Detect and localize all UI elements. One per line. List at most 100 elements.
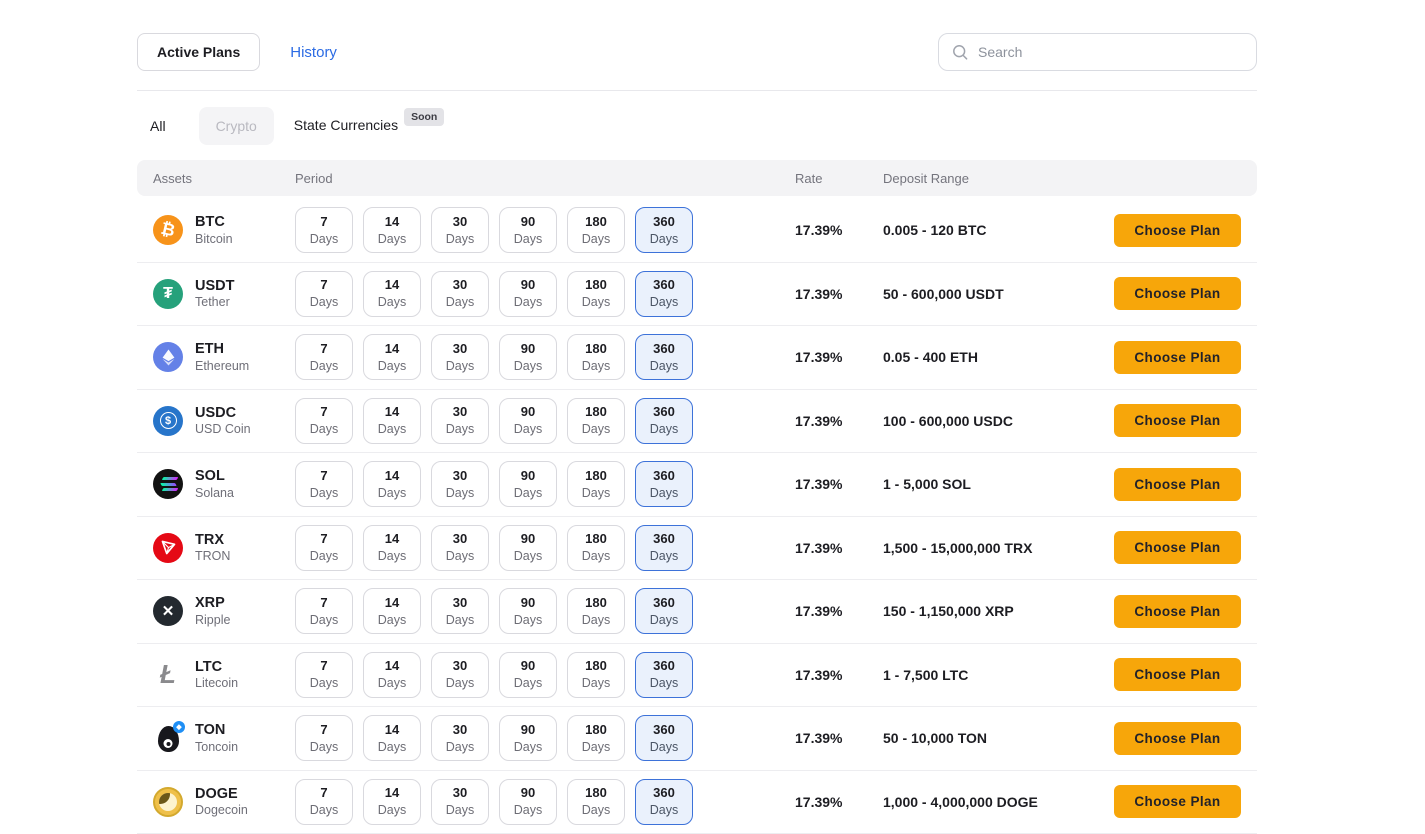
period-button-30-days[interactable]: 30Days <box>431 525 489 571</box>
period-button-180-days[interactable]: 180Days <box>567 525 625 571</box>
ltc-icon: Ł <box>153 660 183 690</box>
period-button-7-days[interactable]: 7Days <box>295 271 353 317</box>
table-row: ✕ XRP Ripple 7Days14Days30Days90Days180D… <box>137 580 1257 644</box>
period-button-360-days[interactable]: 360Days <box>635 271 693 317</box>
period-button-360-days[interactable]: 360Days <box>635 588 693 634</box>
period-button-360-days[interactable]: 360Days <box>635 334 693 380</box>
period-button-30-days[interactable]: 30Days <box>431 715 489 761</box>
period-button-90-days[interactable]: 90Days <box>499 652 557 698</box>
period-button-360-days[interactable]: 360Days <box>635 715 693 761</box>
search-input[interactable] <box>978 44 1243 60</box>
coin-symbol: DOGE <box>195 785 248 803</box>
period-button-180-days[interactable]: 180Days <box>567 779 625 825</box>
period-button-7-days[interactable]: 7Days <box>295 207 353 253</box>
sol-icon <box>153 469 183 499</box>
choose-plan-button[interactable]: Choose Plan <box>1114 468 1241 501</box>
tab-active-plans[interactable]: Active Plans <box>137 33 260 71</box>
period-button-90-days[interactable]: 90Days <box>499 461 557 507</box>
choose-plan-button[interactable]: Choose Plan <box>1114 277 1241 310</box>
period-button-14-days[interactable]: 14Days <box>363 779 421 825</box>
deposit-range-value: 150 - 1,150,000 XRP <box>883 603 1114 619</box>
period-button-180-days[interactable]: 180Days <box>567 334 625 380</box>
period-button-14-days[interactable]: 14Days <box>363 525 421 571</box>
period-options: 7Days14Days30Days90Days180Days360Days <box>295 271 795 317</box>
table-row: SOL Solana 7Days14Days30Days90Days180Day… <box>137 453 1257 517</box>
asset-cell: ₮ USDT Tether <box>153 277 295 311</box>
period-button-30-days[interactable]: 30Days <box>431 652 489 698</box>
filter-state-currencies-label: State Currencies <box>294 117 398 133</box>
filter-crypto[interactable]: Crypto <box>199 107 274 145</box>
period-button-30-days[interactable]: 30Days <box>431 461 489 507</box>
choose-plan-button[interactable]: Choose Plan <box>1114 341 1241 374</box>
period-button-14-days[interactable]: 14Days <box>363 207 421 253</box>
period-button-30-days[interactable]: 30Days <box>431 588 489 634</box>
period-button-7-days[interactable]: 7Days <box>295 525 353 571</box>
period-button-14-days[interactable]: 14Days <box>363 271 421 317</box>
period-button-360-days[interactable]: 360Days <box>635 652 693 698</box>
period-button-14-days[interactable]: 14Days <box>363 334 421 380</box>
search-box[interactable] <box>938 33 1257 71</box>
period-button-90-days[interactable]: 90Days <box>499 525 557 571</box>
choose-plan-button[interactable]: Choose Plan <box>1114 722 1241 755</box>
period-button-360-days[interactable]: 360Days <box>635 525 693 571</box>
choose-plan-button[interactable]: Choose Plan <box>1114 785 1241 818</box>
period-button-90-days[interactable]: 90Days <box>499 779 557 825</box>
period-button-7-days[interactable]: 7Days <box>295 588 353 634</box>
filter-all[interactable]: All <box>137 108 179 144</box>
period-button-14-days[interactable]: 14Days <box>363 398 421 444</box>
period-button-14-days[interactable]: 14Days <box>363 461 421 507</box>
period-button-180-days[interactable]: 180Days <box>567 715 625 761</box>
choose-plan-button[interactable]: Choose Plan <box>1114 595 1241 628</box>
period-button-180-days[interactable]: 180Days <box>567 398 625 444</box>
trx-icon <box>153 533 183 563</box>
choose-plan-button[interactable]: Choose Plan <box>1114 531 1241 564</box>
period-button-14-days[interactable]: 14Days <box>363 652 421 698</box>
rate-value: 17.39% <box>795 222 883 238</box>
topbar-divider <box>137 90 1257 91</box>
table-header: Assets Period Rate Deposit Range <box>137 160 1257 196</box>
period-button-7-days[interactable]: 7Days <box>295 779 353 825</box>
period-button-180-days[interactable]: 180Days <box>567 461 625 507</box>
period-button-30-days[interactable]: 30Days <box>431 398 489 444</box>
period-options: 7Days14Days30Days90Days180Days360Days <box>295 525 795 571</box>
filter-state-currencies[interactable]: State Currencies Soon <box>294 117 445 135</box>
coin-name: Dogecoin <box>195 803 248 819</box>
period-button-90-days[interactable]: 90Days <box>499 715 557 761</box>
period-button-7-days[interactable]: 7Days <box>295 334 353 380</box>
coin-name: Litecoin <box>195 676 238 692</box>
period-button-360-days[interactable]: 360Days <box>635 461 693 507</box>
period-button-90-days[interactable]: 90Days <box>499 271 557 317</box>
rate-value: 17.39% <box>795 794 883 810</box>
period-button-180-days[interactable]: 180Days <box>567 652 625 698</box>
tab-history[interactable]: History <box>290 44 337 61</box>
eth-icon <box>153 342 183 372</box>
period-button-90-days[interactable]: 90Days <box>499 398 557 444</box>
period-button-90-days[interactable]: 90Days <box>499 207 557 253</box>
period-button-14-days[interactable]: 14Days <box>363 588 421 634</box>
period-button-180-days[interactable]: 180Days <box>567 207 625 253</box>
period-button-360-days[interactable]: 360Days <box>635 779 693 825</box>
period-button-180-days[interactable]: 180Days <box>567 588 625 634</box>
period-button-30-days[interactable]: 30Days <box>431 779 489 825</box>
period-button-90-days[interactable]: 90Days <box>499 588 557 634</box>
asset-cell: ETH Ethereum <box>153 340 295 374</box>
choose-plan-button[interactable]: Choose Plan <box>1114 214 1241 247</box>
period-button-30-days[interactable]: 30Days <box>431 334 489 380</box>
asset-cell: ◆ TON Toncoin <box>153 721 295 755</box>
period-button-7-days[interactable]: 7Days <box>295 461 353 507</box>
coin-symbol: TON <box>195 721 238 739</box>
period-button-7-days[interactable]: 7Days <box>295 652 353 698</box>
period-button-14-days[interactable]: 14Days <box>363 715 421 761</box>
ton-icon: ◆ <box>153 723 183 753</box>
period-button-90-days[interactable]: 90Days <box>499 334 557 380</box>
period-button-360-days[interactable]: 360Days <box>635 207 693 253</box>
deposit-range-value: 50 - 10,000 TON <box>883 730 1114 746</box>
period-button-7-days[interactable]: 7Days <box>295 398 353 444</box>
period-button-180-days[interactable]: 180Days <box>567 271 625 317</box>
period-button-30-days[interactable]: 30Days <box>431 271 489 317</box>
period-button-7-days[interactable]: 7Days <box>295 715 353 761</box>
period-button-30-days[interactable]: 30Days <box>431 207 489 253</box>
choose-plan-button[interactable]: Choose Plan <box>1114 658 1241 691</box>
choose-plan-button[interactable]: Choose Plan <box>1114 404 1241 437</box>
period-button-360-days[interactable]: 360Days <box>635 398 693 444</box>
